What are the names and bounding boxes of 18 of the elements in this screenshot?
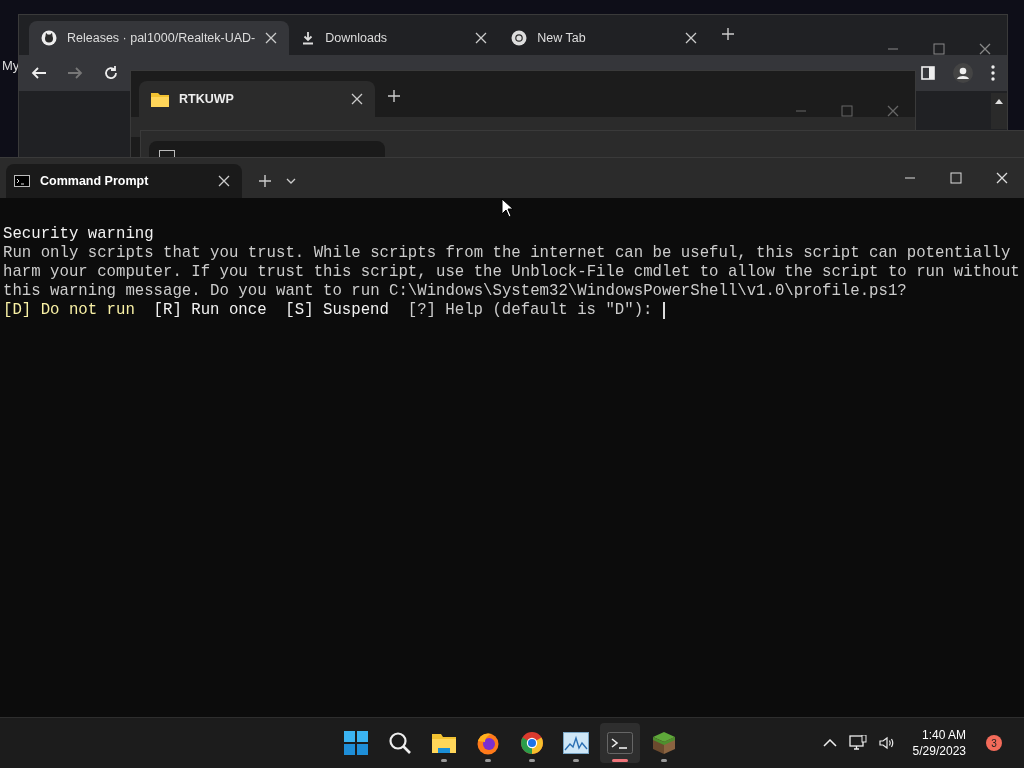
console-text: [R] Run once xyxy=(153,301,267,320)
clock-time: 1:40 AM xyxy=(921,727,966,743)
console-text: [?] Help (default is "D"): xyxy=(407,301,654,320)
desktop-icon-label[interactable]: My xyxy=(2,58,20,73)
notification-badge[interactable]: 3 xyxy=(986,735,1002,751)
browser-tab[interactable]: Releases · pal1000/Realtek-UAD- xyxy=(29,21,290,55)
console-text: this warning message. Do you want to run C:\Windows\System32\WindowsPowerShell\v1.0\profile.ps1? xyxy=(3,282,907,301)
clock-date: 5/29/2023 xyxy=(912,743,966,759)
clock[interactable]: 1:40 AM 5/29/2023 xyxy=(912,727,966,759)
browser-tab[interactable]: New Tab xyxy=(499,21,710,55)
console-text: harm your computer. If you trust this script, use the Unblock-File cmdlet to allow the script to run without xyxy=(3,263,1020,282)
console-text: [S] Suspend xyxy=(285,301,389,320)
console-text: Run only scripts that you trust. While scripts from the internet can be useful, this script can potentially xyxy=(3,244,1011,263)
explorer-tab[interactable]: RTKUWP xyxy=(139,81,375,117)
browser-tab[interactable]: Downloads xyxy=(289,21,500,55)
console-text: [D] Do not run xyxy=(3,301,135,320)
console-text: Security warning xyxy=(3,225,154,244)
terminal-tab[interactable]: Command Prompt xyxy=(6,164,242,198)
